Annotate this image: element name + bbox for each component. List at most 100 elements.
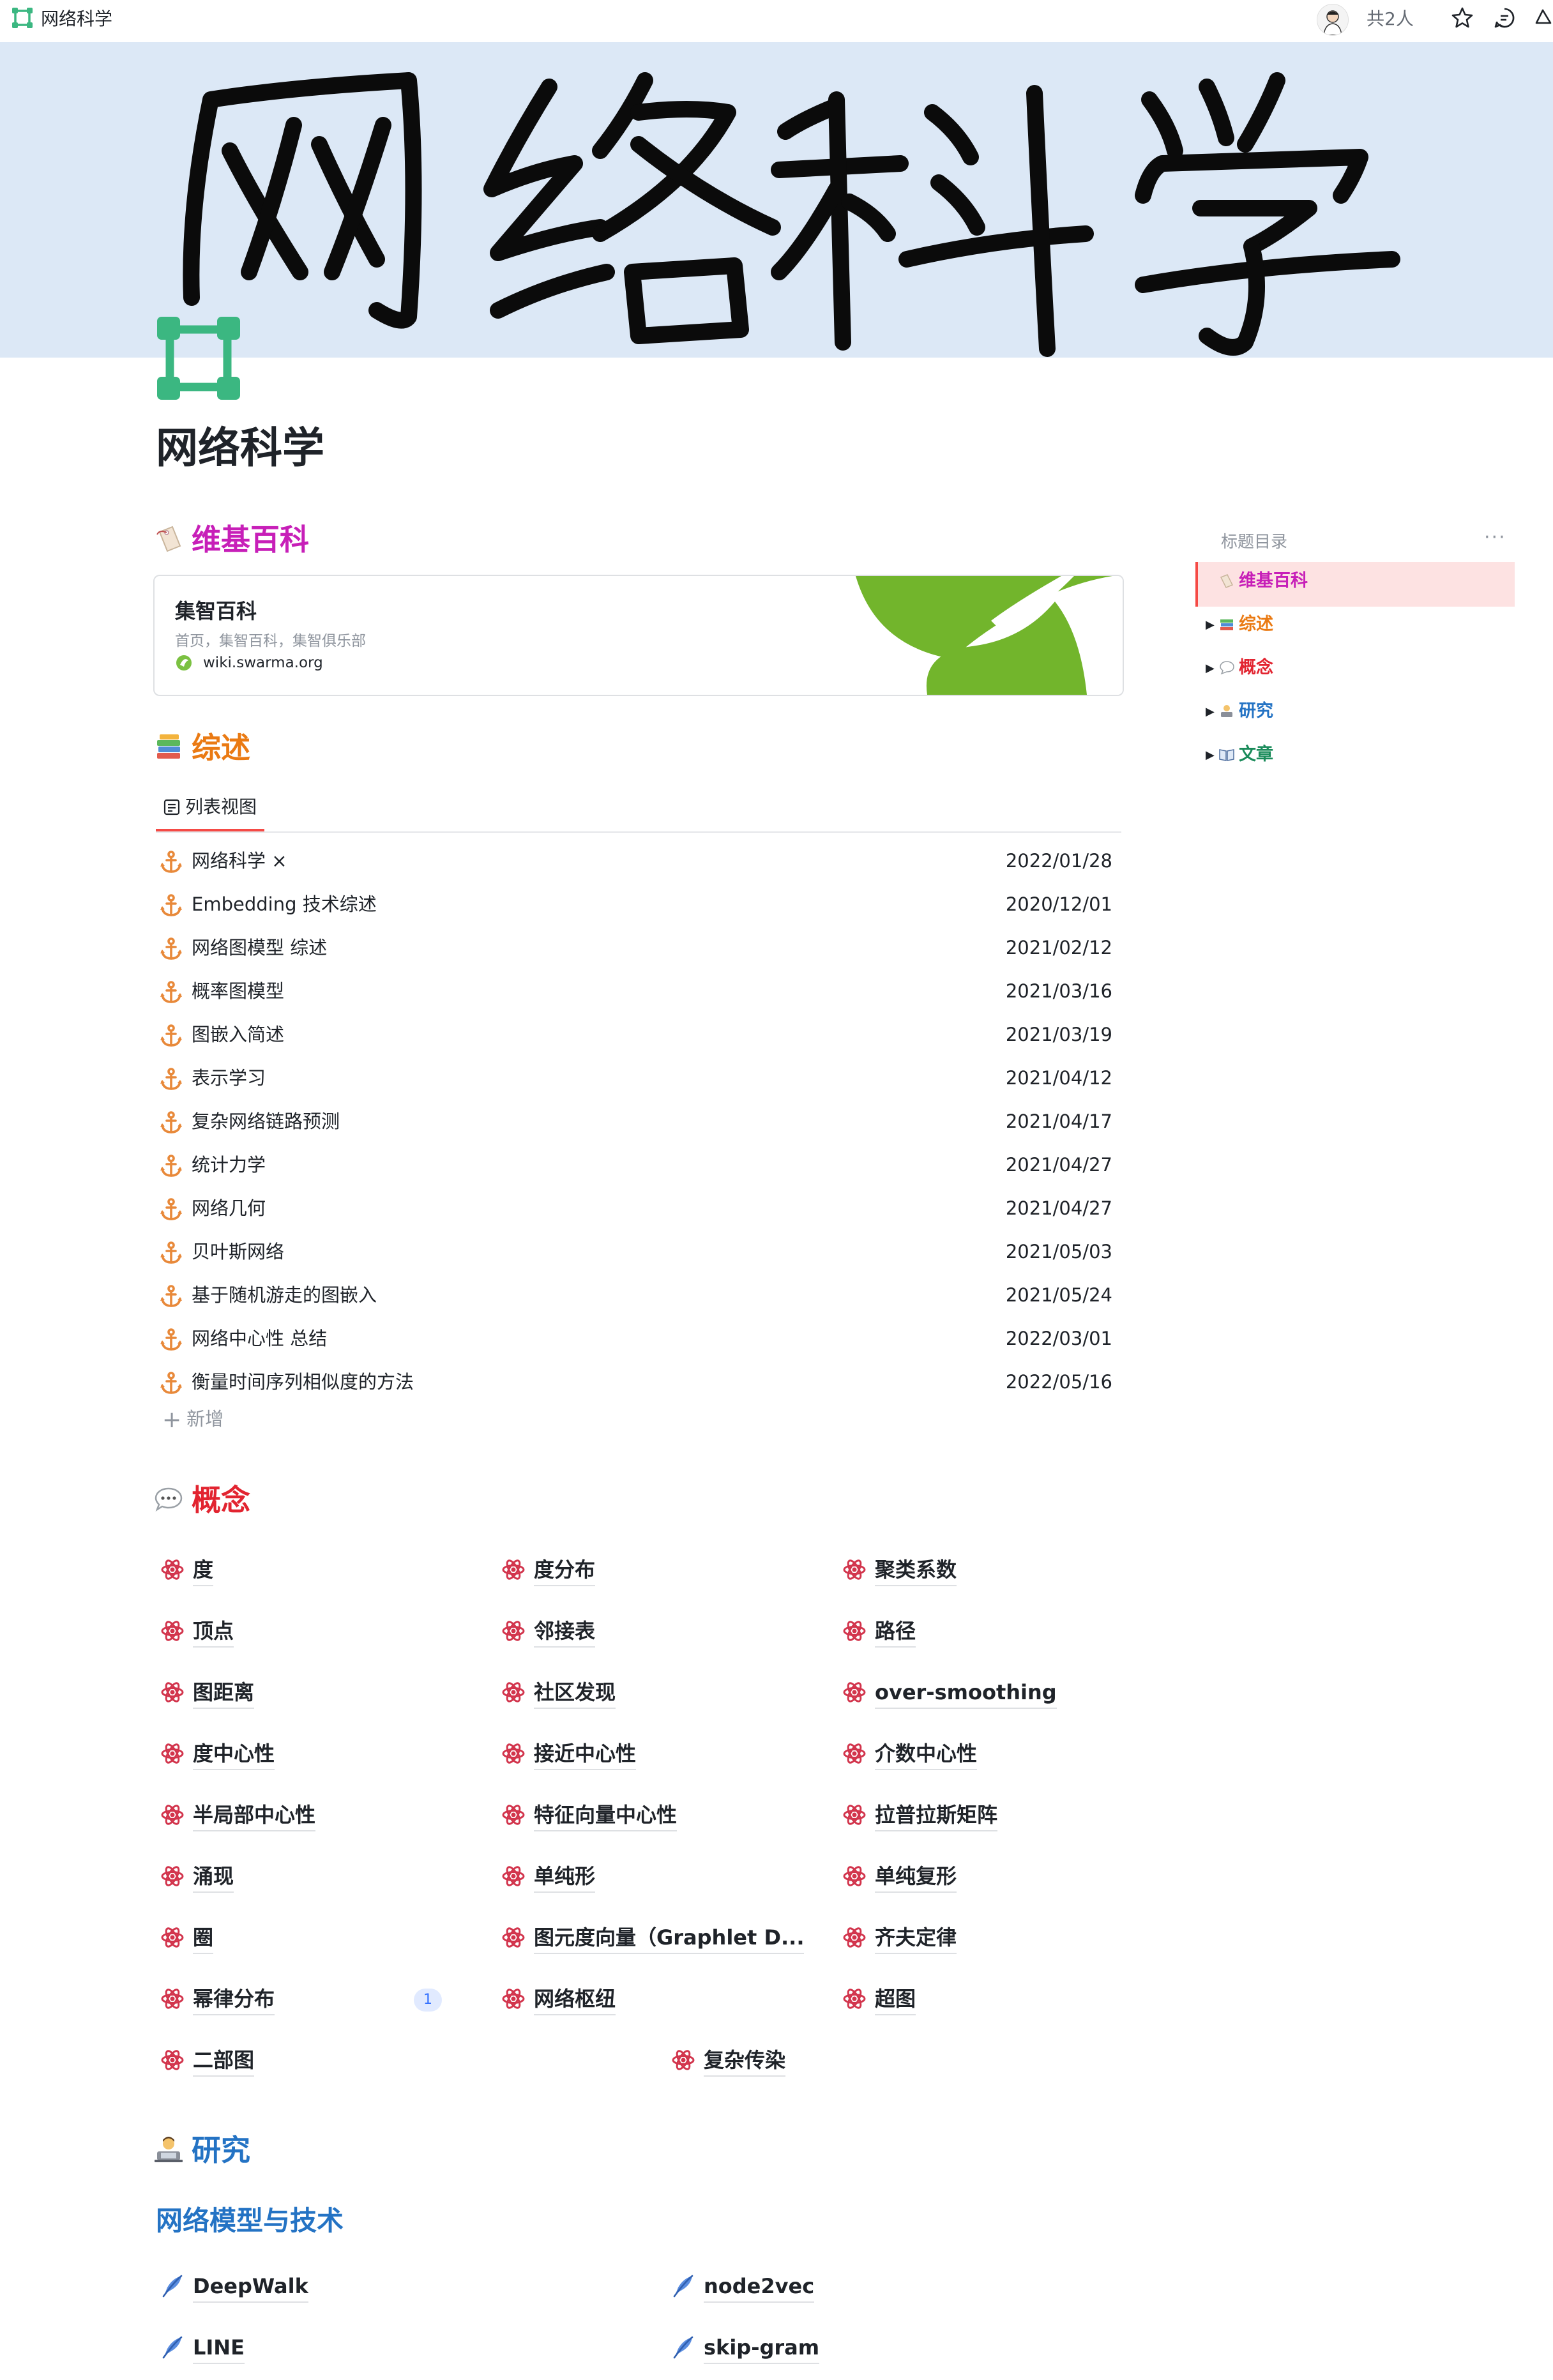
heading-wiki-text: 维基百科 xyxy=(192,522,309,557)
list-row-date: 2022/05/16 xyxy=(1005,1371,1112,1393)
concept-link-label: 顶点 xyxy=(193,1617,234,1648)
list-row[interactable]: 概率图模型 2021/03/16 xyxy=(156,969,1121,1013)
outline-emoji-icon xyxy=(1220,619,1233,630)
caret-right-icon[interactable]: ▶ xyxy=(1206,612,1218,638)
page-icon-small[interactable] xyxy=(11,7,33,29)
page-icon[interactable] xyxy=(156,315,241,401)
atom-icon xyxy=(161,1559,184,1580)
star-icon[interactable] xyxy=(1450,5,1475,31)
add-record-button[interactable]: + 新增 xyxy=(162,1406,223,1433)
comment-icon[interactable] xyxy=(1492,5,1517,31)
anchor-icon xyxy=(160,1328,182,1351)
atom-icon xyxy=(161,1682,184,1702)
books-icon xyxy=(157,734,180,759)
heading-concepts[interactable]: 概念 xyxy=(153,1480,250,1520)
card-description: 首页，集智百科，集智俱乐部 xyxy=(175,633,366,649)
list-row-title: 表示学习 xyxy=(192,1067,266,1089)
speech-bubble-icon xyxy=(155,1487,183,1512)
anchor-icon xyxy=(160,937,182,960)
caret-right-icon[interactable]: ▶ xyxy=(1206,699,1218,725)
card-thumbnail-image xyxy=(856,576,1123,695)
atom-icon xyxy=(161,1621,184,1641)
list-row-title: 网络科学 × xyxy=(192,850,287,872)
atom-icon xyxy=(843,1927,866,1948)
technologist-icon xyxy=(155,2137,183,2162)
list-row-title: 复杂网络链路预测 xyxy=(192,1110,340,1132)
list-row[interactable]: 表示学习 2021/04/12 xyxy=(156,1056,1121,1100)
label-tag-icon xyxy=(156,526,181,552)
concept-link-label: 接近中心性 xyxy=(534,1740,637,1770)
list-row[interactable]: 网络图模型 综述 2021/02/12 xyxy=(156,926,1121,969)
atom-icon xyxy=(161,1989,184,2009)
list-row[interactable]: 网络几何 2021/04/27 xyxy=(156,1186,1121,1230)
outline-item[interactable]: ▶ 综述 xyxy=(1206,612,1273,650)
list-row-date: 2021/04/12 xyxy=(1005,1067,1112,1089)
cover-image[interactable] xyxy=(0,42,1553,358)
concept-link-label: 度中心性 xyxy=(193,1740,275,1770)
list-row[interactable]: Embedding 技术综述 2020/12/01 xyxy=(156,883,1121,926)
outline-item[interactable]: ▶ 文章 xyxy=(1206,742,1273,780)
list-row[interactable]: 复杂网络链路预测 2021/04/17 xyxy=(156,1100,1121,1143)
collaborator-count[interactable]: 共2人 xyxy=(1367,8,1414,31)
list-row[interactable]: 网络科学 × 2022/01/28 xyxy=(156,839,1121,883)
outline-item-label: 综述 xyxy=(1239,614,1273,634)
feather-icon xyxy=(162,2275,183,2298)
concept-link-label: 度分布 xyxy=(534,1556,596,1586)
anchor-icon xyxy=(160,851,182,873)
list-row-title: 基于随机游走的图嵌入 xyxy=(192,1284,377,1306)
list-row-date: 2021/02/12 xyxy=(1005,937,1112,959)
atom-icon xyxy=(843,1621,866,1641)
list-row[interactable]: 基于随机游走的图嵌入 2021/05/24 xyxy=(156,1273,1121,1317)
heading-wiki[interactable]: 维基百科 xyxy=(153,520,309,559)
comment-count-badge[interactable]: 1 xyxy=(414,1989,442,2012)
page-title[interactable]: 网络科学 xyxy=(156,421,324,475)
concept-link-label: 单纯复形 xyxy=(875,1862,957,1893)
list-row[interactable]: 网络中心性 总结 2022/03/01 xyxy=(156,1317,1121,1360)
caret-right-icon[interactable]: ▶ xyxy=(1206,656,1218,681)
list-row[interactable]: 统计力学 2021/04/27 xyxy=(156,1143,1121,1186)
link-preview-card[interactable]: 集智百科 首页，集智百科，集智俱乐部 wiki.swarma.org xyxy=(153,575,1124,696)
list-row[interactable]: 衡量时间序列相似度的方法 2022/05/16 xyxy=(156,1360,1121,1404)
anchor-icon xyxy=(160,1285,182,1307)
card-url: wiki.swarma.org xyxy=(203,655,323,671)
concept-link-label: 度 xyxy=(193,1556,214,1586)
subheading-network-models[interactable]: 网络模型与技术 xyxy=(156,2203,344,2239)
list-row-title: 衡量时间序列相似度的方法 xyxy=(192,1371,414,1393)
anchor-icon xyxy=(160,1155,182,1177)
research-link-label: DeepWalk xyxy=(193,2272,308,2303)
atom-icon xyxy=(502,1866,525,1886)
atom-icon xyxy=(843,1743,866,1764)
atom-icon xyxy=(843,1989,866,2009)
outline-item[interactable]: 维基百科 xyxy=(1218,568,1308,607)
heading-research-text: 研究 xyxy=(192,2133,250,2167)
concept-link-label: 介数中心性 xyxy=(875,1740,978,1770)
concept-link-label: 网络枢纽 xyxy=(534,1985,616,2015)
list-row-date: 2021/04/27 xyxy=(1005,1154,1112,1176)
heading-research[interactable]: 研究 xyxy=(153,2130,250,2170)
list-row-title: Embedding 技术综述 xyxy=(192,893,377,915)
list-row-date: 2022/01/28 xyxy=(1005,850,1112,872)
list-row[interactable]: 贝叶斯网络 2021/05/03 xyxy=(156,1230,1121,1273)
avatar[interactable] xyxy=(1317,4,1349,36)
outline-item-label: 维基百科 xyxy=(1239,571,1308,591)
tab-list-view[interactable]: 列表视图 xyxy=(163,794,257,820)
caret-right-icon[interactable]: ▶ xyxy=(1206,743,1218,768)
outline-item[interactable]: ▶ 概念 xyxy=(1206,655,1273,694)
concept-link-label: 超图 xyxy=(875,1985,916,2015)
atom-icon xyxy=(161,2050,184,2070)
cover-handwriting xyxy=(183,72,1400,357)
heading-overview[interactable]: 综述 xyxy=(153,728,250,768)
list-row-date: 2022/03/01 xyxy=(1005,1328,1112,1349)
list-row[interactable]: 图嵌入简述 2021/03/19 xyxy=(156,1013,1121,1056)
list-view-icon xyxy=(163,799,180,815)
atom-icon xyxy=(843,1866,866,1886)
list-row-title: 图嵌入简述 xyxy=(192,1024,285,1045)
anchor-icon xyxy=(160,1241,182,1264)
concept-link-label: 特征向量中心性 xyxy=(534,1801,678,1831)
outline-item[interactable]: ▶ 研究 xyxy=(1206,699,1273,737)
outline-emoji-icon xyxy=(1220,661,1234,675)
document-title[interactable]: 网络科学 xyxy=(41,8,112,31)
outline-emoji-icon xyxy=(1221,705,1232,717)
more-icon[interactable]: ··· xyxy=(1484,526,1506,549)
share-icon[interactable] xyxy=(1533,5,1553,31)
